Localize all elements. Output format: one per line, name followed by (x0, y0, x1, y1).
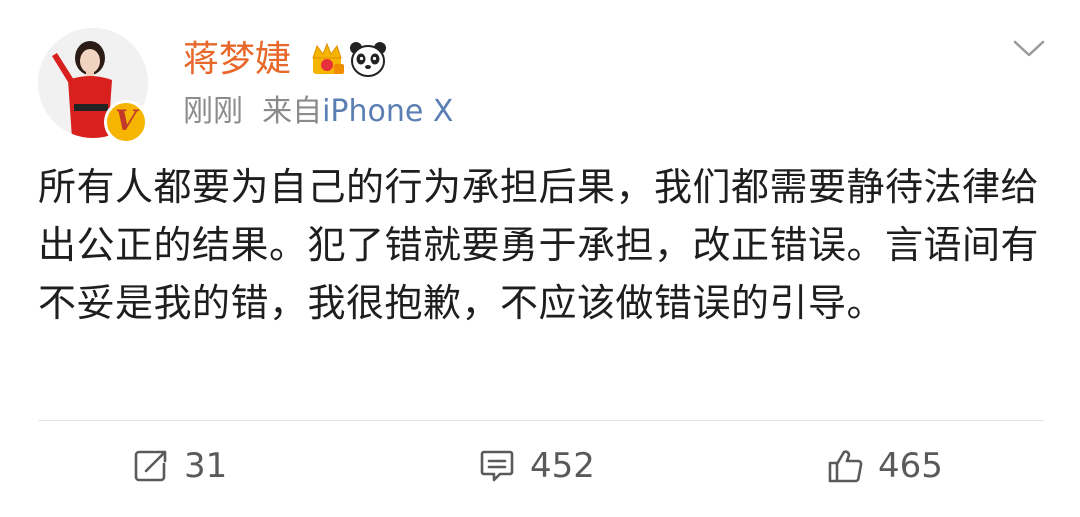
verified-badge-icon: V (104, 100, 148, 144)
username[interactable]: 蒋梦婕 (183, 34, 291, 86)
divider (38, 420, 1044, 421)
source-prefix: 来自 (262, 94, 323, 129)
comment-count: 452 (530, 446, 595, 486)
repost-button[interactable]: 31 (132, 442, 227, 490)
thumbs-up-icon (828, 450, 863, 483)
comment-icon (480, 450, 514, 482)
like-button[interactable]: 465 (826, 442, 943, 490)
comment-button[interactable]: 452 (478, 442, 595, 490)
panda-icon (350, 42, 386, 77)
post-time: 刚刚 (183, 94, 243, 129)
post-text: 所有人都要为自己的行为承担后果，我们都需要静待法律给出公正的结果。犯了错就要勇于… (38, 165, 1040, 325)
repost-count: 31 (184, 446, 228, 486)
repost-icon (134, 450, 167, 482)
like-count: 465 (878, 446, 943, 486)
post-source-link[interactable]: iPhone X (322, 94, 453, 129)
chevron-down-icon[interactable] (1012, 38, 1046, 60)
crown-icon (312, 42, 344, 74)
post-meta: 刚刚 来自iPhone X (183, 92, 453, 132)
